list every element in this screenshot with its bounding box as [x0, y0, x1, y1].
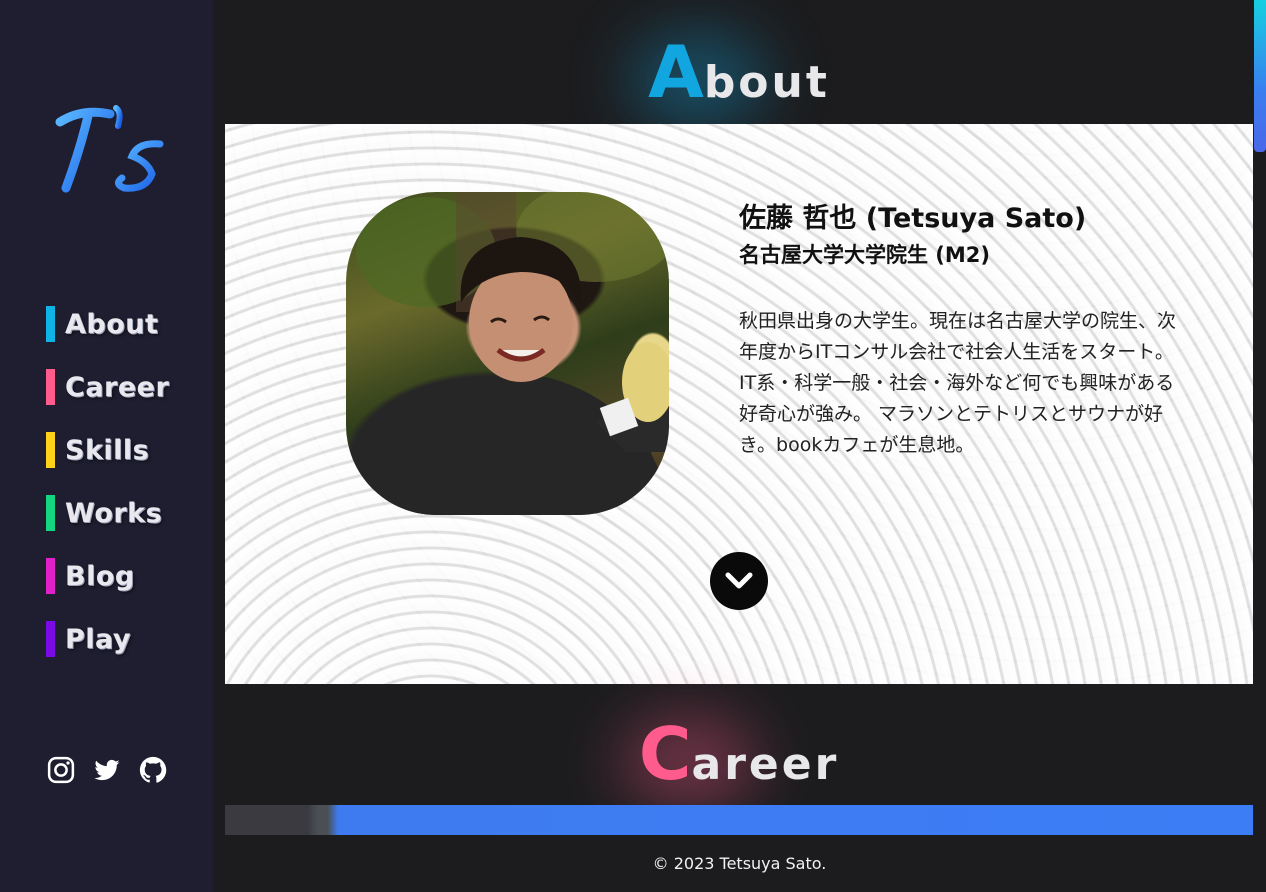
nav-item-career[interactable]: Career: [46, 369, 169, 405]
nav-marker: [46, 621, 55, 657]
github-icon[interactable]: [138, 755, 168, 785]
nav-marker: [46, 306, 55, 342]
career-heading: Career: [225, 712, 1253, 812]
footer: © 2023 Tetsuya Sato.: [213, 835, 1266, 892]
twitter-icon[interactable]: [92, 755, 122, 785]
social-links: [46, 755, 168, 785]
copyright-text: © 2023 Tetsuya Sato.: [652, 854, 827, 873]
nav-marker: [46, 432, 55, 468]
bio-line: 好奇心が強み。 マラソンとテトリスとサウナが好: [739, 403, 1164, 425]
scroll-down-button[interactable]: [710, 552, 768, 610]
nav-label: Blog: [65, 560, 135, 592]
nav-marker: [46, 558, 55, 594]
nav-item-about[interactable]: About: [46, 306, 169, 342]
nav-label: Works: [65, 497, 163, 529]
heading-text: bout: [703, 57, 830, 108]
sidebar: About Career Skills Works Blog Play: [0, 0, 213, 892]
nav-label: Career: [65, 371, 170, 403]
bio-line: き。bookカフェが生息地。: [739, 434, 975, 456]
heading-text: areer: [691, 739, 840, 790]
bio-line: IT系・科学一般・社会・海外など何でも興味がある: [739, 372, 1175, 394]
about-heading: About: [225, 30, 1253, 130]
instagram-icon[interactable]: [46, 755, 76, 785]
about-section: 佐藤 哲也 (Tetsuya Sato) 名古屋大学大学院生 (M2) 秋田県出…: [225, 124, 1253, 684]
bio-line: 秋田県出身の大学生。現在は名古屋大学の院生、次: [739, 310, 1177, 332]
nav-item-play[interactable]: Play: [46, 621, 169, 657]
site-logo[interactable]: [52, 100, 172, 200]
profile-photo: [346, 192, 669, 515]
profile-bio: 秋田県出身の大学生。現在は名古屋大学の院生、次 年度からITコンサル会社で社会人…: [739, 306, 1199, 461]
nav-menu: About Career Skills Works Blog Play: [46, 306, 169, 684]
nav-marker: [46, 495, 55, 531]
nav-item-blog[interactable]: Blog: [46, 558, 169, 594]
nav-label: Play: [65, 623, 132, 655]
profile-name: 佐藤 哲也 (Tetsuya Sato): [739, 203, 1087, 234]
heading-initial: C: [638, 712, 692, 796]
career-banner-image: [225, 805, 1253, 835]
heading-initial: A: [648, 30, 704, 114]
nav-item-works[interactable]: Works: [46, 495, 169, 531]
profile-affiliation: 名古屋大学大学院生 (M2): [739, 243, 991, 267]
chevron-down-icon: [725, 572, 753, 589]
nav-marker: [46, 369, 55, 405]
nav-label: About: [65, 308, 159, 340]
nav-label: Skills: [65, 434, 150, 466]
scrollbar-thumb[interactable]: [1254, 0, 1266, 152]
nav-item-skills[interactable]: Skills: [46, 432, 169, 468]
bio-line: 年度からITコンサル会社で社会人生活をスタート。: [739, 341, 1174, 363]
